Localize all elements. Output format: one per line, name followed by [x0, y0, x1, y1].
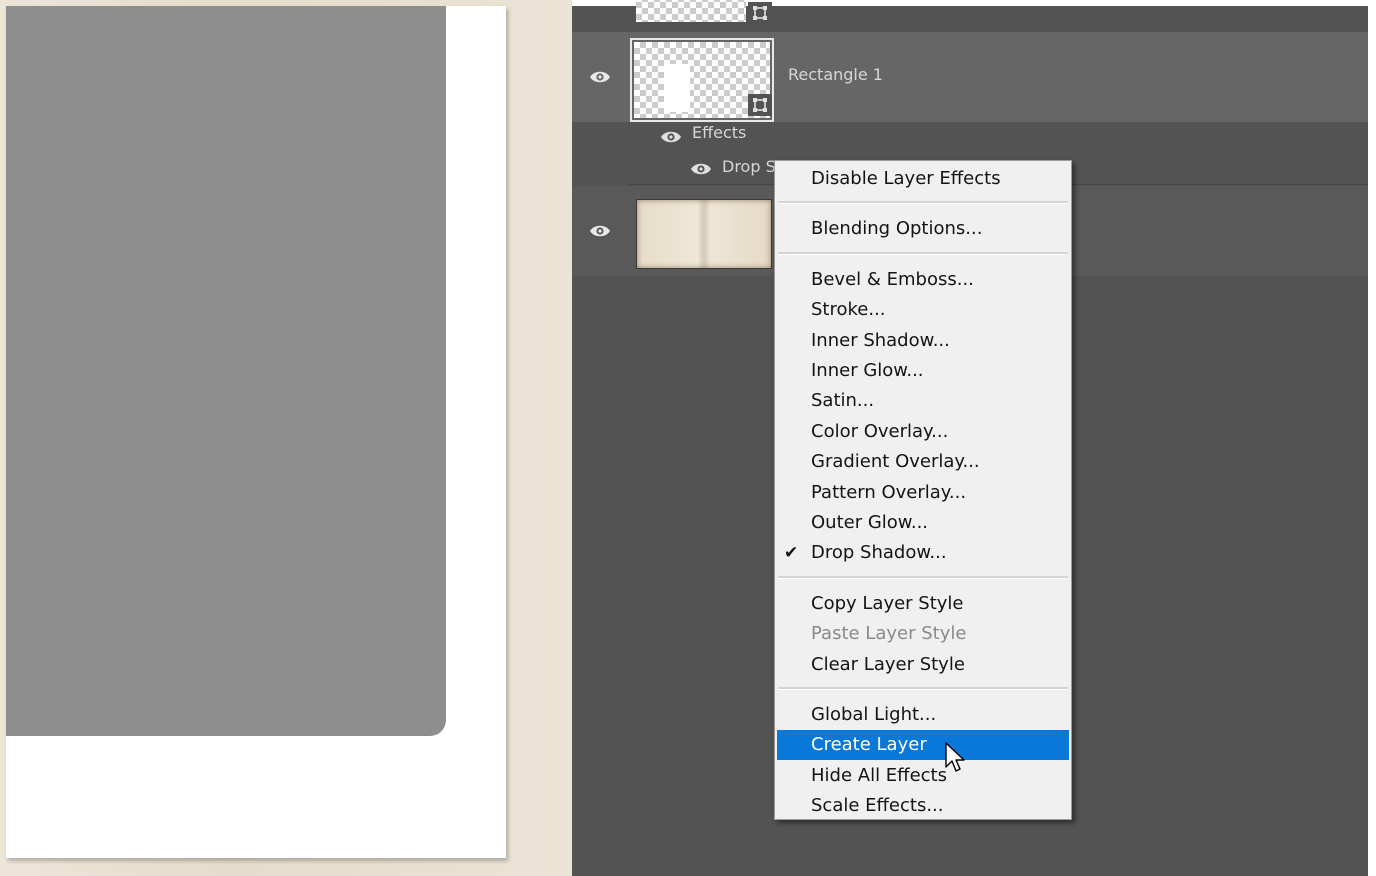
menu-item-label: Outer Glow... [811, 512, 929, 533]
menu-item-label: Clear Layer Style [811, 653, 965, 675]
menu-item-label: Hide All Effects [811, 764, 947, 786]
layer-row-rectangle-1[interactable]: Rectangle 1 [572, 32, 1368, 122]
menu-item-label: Scale Effects... [811, 795, 944, 817]
menu-item-paste-layer-style[interactable]: Paste Layer Style [777, 619, 1069, 649]
menu-separator [778, 575, 1068, 579]
menu-item-global-light[interactable]: Global Light... [777, 700, 1069, 730]
menu-item-label: Drop Shadow... [811, 542, 947, 564]
shape-layer-icon [748, 94, 772, 116]
menu-item-label: Gradient Overlay... [811, 451, 980, 473]
menu-item-outer-glow[interactable]: Outer Glow... [777, 508, 1069, 538]
layer-name[interactable]: Rectangle 1 [788, 65, 883, 84]
shape-layer-icon [748, 2, 772, 24]
checkmark-icon: ✔ [784, 543, 799, 564]
gray-placeholder-rectangle [6, 6, 446, 736]
menu-item-create-layer[interactable]: Create Layer [777, 730, 1069, 761]
menu-item-satin[interactable]: Satin... [777, 386, 1069, 416]
menu-item-clear-layer-style[interactable]: Clear Layer Style [777, 650, 1069, 680]
thumbnail-rectangle [664, 64, 690, 112]
menu-item-label: Satin... [811, 390, 875, 412]
eye-icon[interactable] [660, 130, 682, 144]
menu-item-disable-layer-effects[interactable]: Disable Layer Effects [777, 164, 1069, 194]
menu-item-inner-shadow[interactable]: Inner Shadow... [777, 326, 1069, 356]
menu-separator [778, 687, 1068, 690]
menu-item-gradient-overlay[interactable]: Gradient Overlay... [777, 447, 1069, 477]
menu-item-label: Blending Options... [811, 218, 983, 240]
menu-item-label: Disable Layer Effects [811, 168, 1001, 189]
eye-icon[interactable] [589, 70, 611, 84]
menu-item-copy-layer-style[interactable]: Copy Layer Style [777, 589, 1069, 619]
menu-item-hide-all-effects[interactable]: Hide All Effects [777, 761, 1069, 791]
eye-icon[interactable] [589, 224, 611, 238]
menu-item-label: Copy Layer Style [811, 592, 964, 614]
layer-row-partial[interactable] [572, 0, 1368, 32]
menu-item-stroke[interactable]: Stroke... [777, 295, 1069, 325]
menu-item-pattern-overlay[interactable]: Pattern Overlay... [777, 478, 1069, 508]
menu-item-blending-options[interactable]: Blending Options... [777, 214, 1069, 244]
layer-thumbnail [636, 199, 772, 269]
menu-item-label: Stroke... [811, 299, 886, 321]
menu-separator [778, 201, 1068, 205]
menu-item-label: Paste Layer Style [811, 623, 967, 645]
menu-item-label: Pattern Overlay... [811, 481, 967, 503]
menu-item-scale-effects[interactable]: Scale Effects... [777, 791, 1069, 821]
menu-item-label: Color Overlay... [811, 420, 949, 442]
eye-icon[interactable] [690, 162, 712, 176]
menu-separator [778, 251, 1068, 255]
layer-style-context-menu: Disable Layer Effects Blending Options...… [774, 160, 1072, 820]
mouse-cursor-icon [945, 742, 965, 772]
layer-thumbnail [636, 0, 746, 22]
menu-item-label: Global Light... [811, 704, 937, 725]
menu-item-label: Bevel & Emboss... [811, 268, 974, 290]
drop-shadow-effect-label[interactable]: Drop S [722, 157, 776, 176]
menu-item-label: Inner Shadow... [811, 329, 950, 351]
menu-item-bevel-emboss[interactable]: Bevel & Emboss... [777, 265, 1069, 295]
menu-item-label: Inner Glow... [811, 360, 924, 381]
menu-item-drop-shadow[interactable]: ✔ Drop Shadow... [777, 538, 1069, 568]
menu-item-inner-glow[interactable]: Inner Glow... [777, 356, 1069, 386]
menu-item-label: Create Layer [811, 734, 927, 756]
effects-label[interactable]: Effects [692, 123, 746, 142]
menu-item-color-overlay[interactable]: Color Overlay... [777, 417, 1069, 447]
